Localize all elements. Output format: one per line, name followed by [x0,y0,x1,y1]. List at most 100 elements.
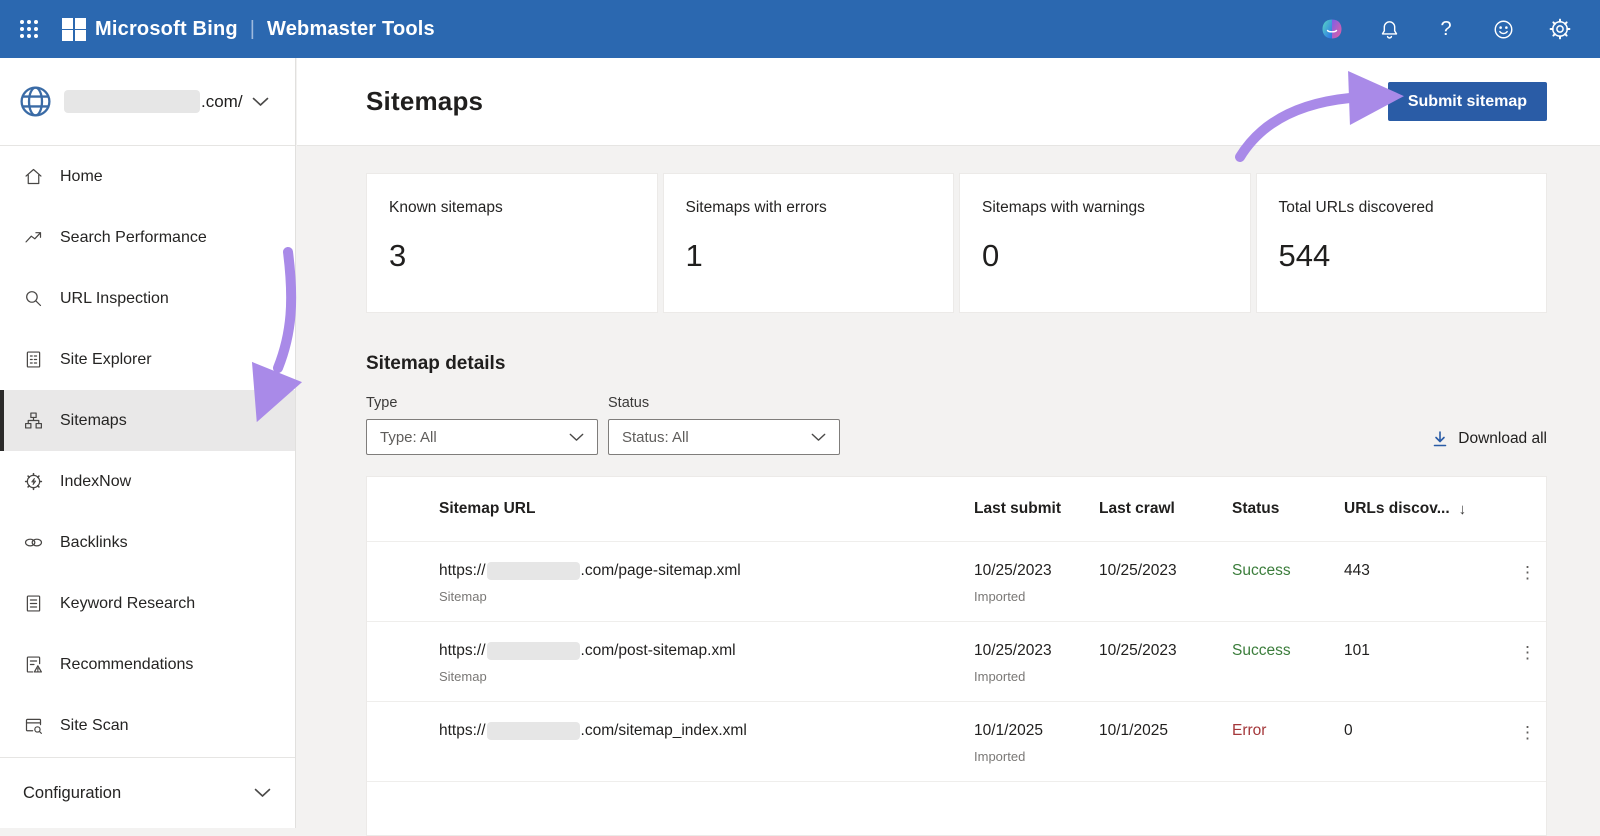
sidebar-item-url-inspection[interactable]: URL Inspection [0,268,295,329]
status-cell: Success [1232,562,1344,580]
sidebar: .com/ Home Search Performance URL Inspec… [0,58,296,828]
kebab-menu-icon[interactable]: ⋮ [1519,722,1536,741]
stat-value: 0 [982,238,1250,274]
page-header: Sitemaps Submit sitemap [297,58,1600,146]
sidebar-item-label: Site Scan [60,717,128,735]
stat-card-sitemaps-with-warnings: Sitemaps with warnings 0 [959,173,1251,313]
settings-gear-icon[interactable] [1548,17,1572,41]
table-header-row: Sitemap URL Last submit Last crawl Statu… [367,477,1546,541]
sidebar-item-label: Backlinks [60,534,128,552]
column-header-last-submit[interactable]: Last submit [974,500,1099,518]
table-row[interactable]: https://.com/sitemap_index.xml 10/1/2025… [367,701,1546,781]
last-crawl-cell: 10/25/2023 [1099,642,1232,660]
sidebar-item-configuration[interactable]: Configuration [0,757,295,828]
sidebar-item-label: IndexNow [60,473,131,491]
kebab-menu-icon[interactable]: ⋮ [1519,642,1536,661]
sitemap-type-label: Sitemap [439,589,974,604]
sidebar-item-keyword-research[interactable]: Keyword Research [0,573,295,634]
last-submit-cell: 10/25/2023 Imported [974,642,1099,684]
sidebar-item-search-performance[interactable]: Search Performance [0,207,295,268]
stats-row: Known sitemaps 3 Sitemaps with errors 1 … [366,173,1547,313]
sitemap-url-cell: https://.com/page-sitemap.xml Sitemap [367,562,974,604]
sidebar-item-site-scan[interactable]: Site Scan [0,695,295,756]
kebab-menu-icon[interactable]: ⋮ [1519,562,1536,581]
copilot-icon[interactable] [1320,17,1344,41]
submit-note: Imported [974,669,1099,684]
help-icon[interactable]: ? [1434,17,1458,41]
status-filter-group: Status Status: All [608,395,840,455]
table-row-partial [367,781,1546,819]
stat-label: Total URLs discovered [1279,199,1547,217]
redacted-domain [487,562,580,580]
redacted-domain [487,722,580,740]
column-header-last-crawl[interactable]: Last crawl [1099,500,1232,518]
status-cell: Success [1232,642,1344,660]
table-row[interactable]: https://.com/page-sitemap.xml Sitemap 10… [367,541,1546,621]
top-app-bar: Microsoft Bing | Webmaster Tools [0,0,1600,58]
magnifier-icon [23,288,44,309]
sidebar-item-label: Recommendations [60,656,193,674]
sidebar-item-site-explorer[interactable]: Site Explorer [0,329,295,390]
redacted-domain [64,90,200,113]
brand-divider: | [250,18,255,41]
table-row[interactable]: https://.com/post-sitemap.xml Sitemap 10… [367,621,1546,701]
chevron-down-icon [254,788,271,798]
sidebar-item-indexnow[interactable]: IndexNow [0,451,295,512]
last-submit-cell: 10/1/2025 Imported [974,722,1099,764]
product-name[interactable]: Webmaster Tools [267,18,435,41]
urls-discovered-cell: 443 [1344,562,1509,580]
sort-descending-icon[interactable]: ↓ [1459,501,1467,518]
sidebar-item-label: Site Explorer [60,351,152,369]
feedback-smiley-icon[interactable] [1491,17,1515,41]
waffle-icon[interactable] [16,16,42,42]
sidebar-nav: Home Search Performance URL Inspection S… [0,146,295,756]
status-cell: Error [1232,722,1344,740]
submit-note: Imported [974,589,1099,604]
sidebar-item-sitemaps[interactable]: Sitemaps [0,390,295,451]
stat-label: Known sitemaps [389,199,657,217]
document-lines-icon [23,593,44,614]
stat-value: 1 [686,238,954,274]
sidebar-item-home[interactable]: Home [0,146,295,207]
column-header-status[interactable]: Status [1232,500,1344,518]
sidebar-item-recommendations[interactable]: Recommendations [0,634,295,695]
sitemap-type-label: Sitemap [439,669,974,684]
filter-row: Type Type: All Status Status: All Downlo… [366,395,1547,455]
sidebar-item-label: Sitemaps [60,412,127,430]
urls-discovered-cell: 101 [1344,642,1509,660]
page-content: Known sitemaps 3 Sitemaps with errors 1 … [297,146,1600,828]
brand-name[interactable]: Microsoft Bing [95,18,238,41]
last-crawl-cell: 10/1/2025 [1099,722,1232,740]
site-domain: .com/ [64,90,243,113]
column-header-sitemap-url[interactable]: Sitemap URL [367,500,974,518]
org-chart-icon [23,410,44,431]
submit-note: Imported [974,749,1099,764]
sidebar-item-label: Configuration [23,784,121,803]
status-filter-label: Status [608,395,840,411]
main-area: Sitemaps Submit sitemap Known sitemaps 3… [297,58,1600,828]
bell-icon[interactable] [1377,17,1401,41]
status-filter-select[interactable]: Status: All [608,419,840,455]
download-all-button[interactable]: Download all [1431,430,1547,448]
sitemaps-table: Sitemap URL Last submit Last crawl Statu… [366,476,1547,836]
sidebar-item-backlinks[interactable]: Backlinks [0,512,295,573]
column-header-urls-discovered[interactable]: URLs discov... ↓ [1344,500,1509,518]
download-all-label: Download all [1458,430,1547,448]
document-list-icon [23,349,44,370]
type-filter-label: Type [366,395,598,411]
document-warning-icon [23,654,44,675]
submit-sitemap-button[interactable]: Submit sitemap [1388,82,1547,121]
stat-card-known-sitemaps: Known sitemaps 3 [366,173,658,313]
chevron-down-icon[interactable] [252,97,269,107]
type-filter-select[interactable]: Type: All [366,419,598,455]
type-filter-value: Type: All [380,429,437,446]
stat-card-total-urls-discovered: Total URLs discovered 544 [1256,173,1548,313]
urls-discovered-cell: 0 [1344,722,1509,740]
sitemap-url-cell: https://.com/sitemap_index.xml [367,722,974,749]
page-title: Sitemaps [366,86,483,117]
chevron-down-icon [811,433,826,442]
site-selector[interactable]: .com/ [0,58,295,146]
stat-value: 3 [389,238,657,274]
stat-label: Sitemaps with warnings [982,199,1250,217]
chain-link-icon [23,532,44,553]
